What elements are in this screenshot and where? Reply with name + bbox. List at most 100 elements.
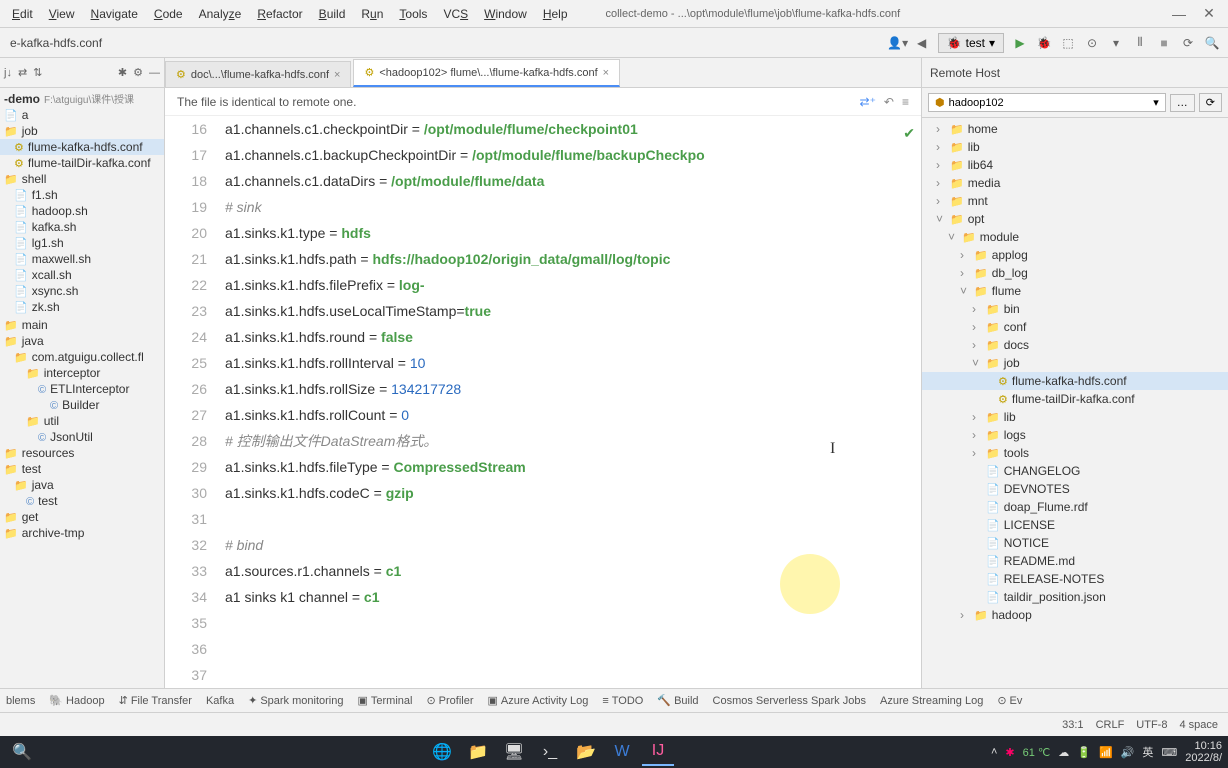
run-button[interactable]: ▶ [1009, 32, 1031, 54]
host-selector[interactable]: ⬢hadoop102▾ [928, 93, 1166, 112]
remote-tree-item[interactable]: › lib [922, 408, 1228, 426]
remote-tree-item[interactable]: README.md [922, 552, 1228, 570]
onedrive-icon[interactable]: ☁ [1058, 746, 1069, 759]
remote-tree-item[interactable]: flume-kafka-hdfs.conf [922, 372, 1228, 390]
tree-item[interactable]: job [0, 123, 164, 139]
remote-tree-item[interactable]: › db_log [922, 264, 1228, 282]
tool-kafka[interactable]: Kafka [206, 695, 234, 707]
tree-item[interactable]: get [0, 509, 164, 525]
project-root[interactable]: -demo F:\atguigu\课件\授课 [0, 90, 164, 107]
remote-tree-item[interactable]: taildir_position.json [922, 588, 1228, 606]
tree-item[interactable]: java [0, 477, 164, 493]
remote-tree-item[interactable]: › lib64 [922, 156, 1228, 174]
remote-tree-item[interactable]: RELEASE-NOTES [922, 570, 1228, 588]
tree-item[interactable]: hadoop.sh [0, 203, 164, 219]
remote-tree-item[interactable]: flume-tailDir-kafka.conf [922, 390, 1228, 408]
tool-azure-log[interactable]: ▣ Azure Activity Log [488, 694, 589, 707]
menu-code[interactable]: Code [146, 3, 191, 25]
tool-profiler[interactable]: ⊙ Profiler [426, 694, 473, 707]
tool-todo[interactable]: ≡ TODO [602, 695, 643, 707]
terminal-icon[interactable]: ›_ [534, 738, 566, 766]
tree-item[interactable]: ETLInterceptor [0, 381, 164, 397]
expand-all-icon[interactable]: ⇄ [18, 66, 27, 79]
attach-button[interactable]: ⫴ [1129, 32, 1151, 54]
vcs-update-button[interactable]: ⟳ [1177, 32, 1199, 54]
remote-tree-item[interactable]: › tools [922, 444, 1228, 462]
stop-button[interactable]: ■ [1153, 32, 1175, 54]
ime-indicator[interactable]: 英 [1142, 744, 1153, 760]
file-encoding[interactable]: UTF-8 [1136, 719, 1167, 731]
code-editor[interactable]: 1617181920212223242526272829303132333435… [165, 116, 921, 688]
tool-file-transfer[interactable]: ⇵ File Transfer [119, 694, 192, 707]
run-config-selector[interactable]: 🐞test ▾ [938, 33, 1004, 53]
remote-tree-item[interactable]: NOTICE [922, 534, 1228, 552]
intellij-icon[interactable]: IJ [642, 738, 674, 766]
debug-button[interactable]: 🐞 [1033, 32, 1055, 54]
battery-icon[interactable]: 🔋 [1077, 746, 1091, 759]
menu-navigate[interactable]: Navigate [83, 3, 146, 25]
tree-item[interactable]: shell [0, 171, 164, 187]
explorer-icon[interactable]: 📁 [462, 738, 494, 766]
tool-azure-stream[interactable]: Azure Streaming Log [880, 695, 983, 707]
tree-item[interactable]: main [0, 317, 164, 333]
wifi-icon[interactable]: 📶 [1099, 746, 1113, 759]
tree-item[interactable]: resources [0, 445, 164, 461]
menu-analyze[interactable]: Analyze [191, 3, 250, 25]
remote-tree-item[interactable]: › home [922, 120, 1228, 138]
scroll-from-source-icon[interactable]: j↓ [4, 67, 12, 79]
remote-tree-item[interactable]: › lib [922, 138, 1228, 156]
gear-icon[interactable]: ⚙ [133, 66, 143, 79]
folder-icon[interactable]: 📂 [570, 738, 602, 766]
project-tree[interactable]: -demo F:\atguigu\课件\授课 ajobflume-kafka-h… [0, 88, 164, 688]
remote-tree-item[interactable]: CHANGELOG [922, 462, 1228, 480]
volume-icon[interactable]: 🔊 [1121, 746, 1135, 759]
menu-edit[interactable]: Edit [4, 3, 41, 25]
tool-spark[interactable]: ✦ Spark monitoring [248, 694, 343, 707]
remote-tree-item[interactable]: DEVNOTES [922, 480, 1228, 498]
menu-refactor[interactable]: Refactor [249, 3, 310, 25]
close-window-button[interactable]: ✕ [1194, 5, 1224, 22]
vmware-icon[interactable]: 🖥 [498, 738, 530, 766]
remote-tree-item[interactable]: ˅ opt [922, 210, 1228, 228]
search-icon[interactable]: 🔍 [6, 738, 38, 766]
tree-item[interactable]: flume-tailDir-kafka.conf [0, 155, 164, 171]
tree-item[interactable]: archive-tmp [0, 525, 164, 541]
line-separator[interactable]: CRLF [1096, 719, 1125, 731]
tree-item[interactable]: test [0, 461, 164, 477]
back-button[interactable]: ◀ [911, 32, 933, 54]
more-run-button[interactable]: ▾ [1105, 32, 1127, 54]
menu-tools[interactable]: Tools [391, 3, 435, 25]
host-options-button[interactable]: … [1170, 94, 1195, 112]
tree-item[interactable]: lg1.sh [0, 235, 164, 251]
menu-window[interactable]: Window [476, 3, 535, 25]
remote-tree-item[interactable]: › bin [922, 300, 1228, 318]
hide-panel-icon[interactable]: — [149, 67, 160, 79]
code-content[interactable]: a1.channels.c1.checkpointDir = /opt/modu… [225, 116, 921, 688]
tree-item[interactable]: interceptor [0, 365, 164, 381]
tree-item[interactable]: Builder [0, 397, 164, 413]
remote-tree-item[interactable]: › hadoop [922, 606, 1228, 624]
tree-item[interactable]: zk.sh [0, 299, 164, 315]
profile-button[interactable]: ⊙ [1081, 32, 1103, 54]
tree-item[interactable]: test [0, 493, 164, 509]
remote-tree-item[interactable]: › logs [922, 426, 1228, 444]
tool-ev[interactable]: ⊙ Ev [997, 694, 1022, 707]
remote-tree-item[interactable]: ˅ job [922, 354, 1228, 372]
compare-icon[interactable]: ⇄⁺ [860, 95, 876, 109]
remote-tree-item[interactable]: ˅ flume [922, 282, 1228, 300]
remote-tree-item[interactable]: LICENSE [922, 516, 1228, 534]
menu-help[interactable]: Help [535, 3, 576, 25]
fan-icon[interactable]: ✱ [1005, 746, 1014, 759]
remote-tree-item[interactable]: ˅ module [922, 228, 1228, 246]
remote-tree-item[interactable]: › applog [922, 246, 1228, 264]
user-icon[interactable]: 👤▾ [887, 32, 909, 54]
tool-hadoop[interactable]: 🐘 Hadoop [49, 694, 104, 707]
close-icon[interactable]: × [603, 67, 609, 79]
remote-tree-item[interactable]: › media [922, 174, 1228, 192]
remote-tree-item[interactable]: › docs [922, 336, 1228, 354]
tree-item[interactable]: xsync.sh [0, 283, 164, 299]
tree-item[interactable]: a [0, 107, 164, 123]
remote-tree-item[interactable]: doap_Flume.rdf [922, 498, 1228, 516]
word-icon[interactable]: W [606, 738, 638, 766]
menu-view[interactable]: View [41, 3, 83, 25]
